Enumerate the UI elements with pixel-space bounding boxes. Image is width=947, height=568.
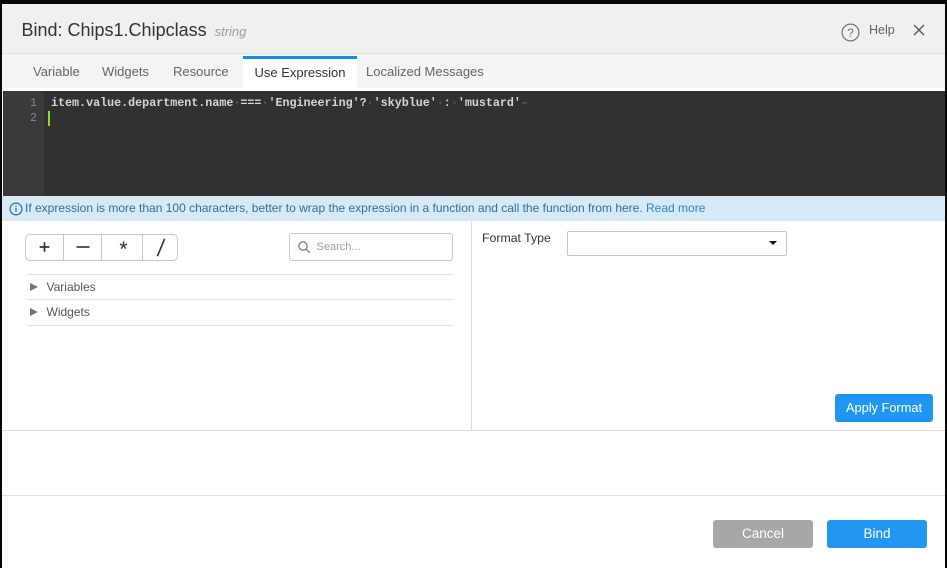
- svg-text:?: ?: [847, 25, 854, 39]
